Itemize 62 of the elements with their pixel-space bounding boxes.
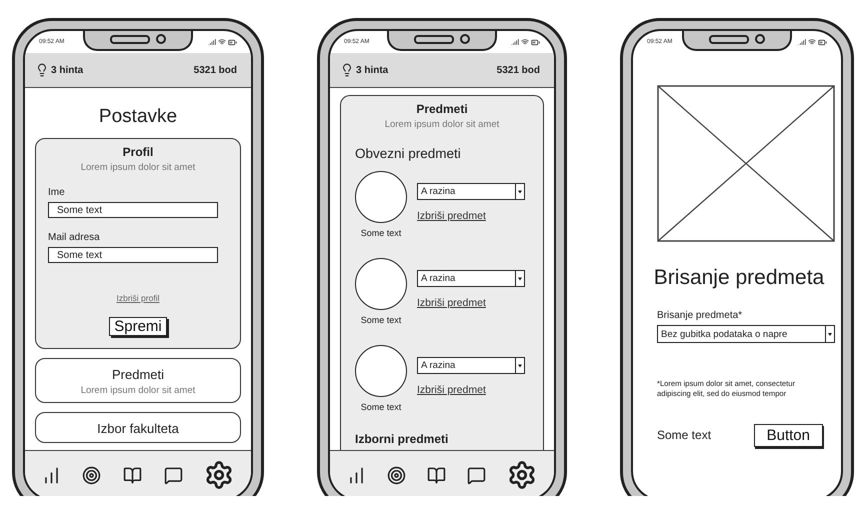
subject-avatar <box>355 258 407 310</box>
delete-mode-dropdown[interactable]: Bez gubitka podataka o napre <box>657 325 835 343</box>
points-count: 5321 bod <box>194 64 237 76</box>
card-title: Predmeti <box>415 102 469 116</box>
target-icon[interactable] <box>386 466 406 484</box>
wifi-icon <box>808 38 816 46</box>
subject-caption: Some text <box>360 402 402 412</box>
book-icon[interactable] <box>122 466 142 484</box>
wifi-icon <box>521 38 529 46</box>
text-field[interactable]: Some text <box>48 202 218 218</box>
action-button[interactable]: Button <box>754 424 823 446</box>
caret-icon <box>515 358 524 373</box>
hints-count: 3 hinta <box>356 64 388 76</box>
level-dropdown[interactable]: A razina <box>417 270 525 287</box>
book-icon[interactable] <box>426 466 446 484</box>
page-title: Brisanje predmeta <box>652 266 826 290</box>
level-dropdown[interactable]: A razina <box>417 183 525 200</box>
delete-subject-link[interactable]: Izbriši predmet <box>417 210 525 222</box>
battery-icon <box>228 38 237 46</box>
section-heading: Izborni predmeti <box>355 432 450 446</box>
page-title: Postavke <box>98 106 178 128</box>
chat-icon[interactable] <box>164 466 183 484</box>
subject-caption: Some text <box>360 228 402 238</box>
caret-icon <box>515 271 524 286</box>
text-field[interactable]: Some text <box>48 247 218 263</box>
menu-card[interactable]: Izbor fakulteta <box>35 412 241 443</box>
signal-icon <box>208 38 216 46</box>
card-title: Profil <box>122 145 154 159</box>
save-button[interactable]: Spremi <box>109 317 167 336</box>
target-icon[interactable] <box>82 466 102 484</box>
lightbulb-icon <box>35 63 49 77</box>
subject-caption: Some text <box>360 315 402 325</box>
delete-subject-link[interactable]: Izbriši predmet <box>417 384 525 396</box>
card-title: Predmeti <box>110 367 166 382</box>
wifi-icon <box>218 38 226 46</box>
caret-icon <box>515 184 524 199</box>
field-label: Ime <box>48 187 66 198</box>
battery-icon <box>818 38 827 46</box>
lightbulb-icon <box>340 63 354 77</box>
card-title: Izbor fakulteta <box>96 421 180 436</box>
hints-count: 3 hinta <box>51 64 84 76</box>
section-heading: Obvezni predmeti <box>355 146 462 161</box>
subject-avatar <box>355 171 407 223</box>
card-subtitle: Lorem ipsum dolor sit amet <box>80 162 196 173</box>
settings-icon[interactable] <box>507 460 538 490</box>
field-label: Brisanje predmeta* <box>657 310 744 321</box>
subject-avatar <box>355 345 407 397</box>
battery-icon <box>531 38 540 46</box>
card-subtitle: Lorem ipsum dolor sit amet <box>384 119 500 130</box>
caret-icon <box>825 326 834 342</box>
level-dropdown[interactable]: A razina <box>417 357 525 374</box>
footer-text: Some text <box>657 428 712 442</box>
signal-icon <box>798 38 806 46</box>
chat-icon[interactable] <box>467 466 486 484</box>
signal-icon <box>511 38 519 46</box>
settings-icon[interactable] <box>204 460 234 490</box>
card-subtitle: Lorem ipsum dolor sit amet <box>80 385 196 396</box>
points-count: 5321 bod <box>496 64 540 76</box>
field-label: Mail adresa <box>48 232 101 243</box>
menu-card[interactable]: Predmeti Lorem ipsum dolor sit amet <box>35 358 241 403</box>
delete-profile-link[interactable]: Izbriši profil <box>116 293 160 303</box>
delete-subject-link[interactable]: Izbriši predmet <box>417 297 525 309</box>
